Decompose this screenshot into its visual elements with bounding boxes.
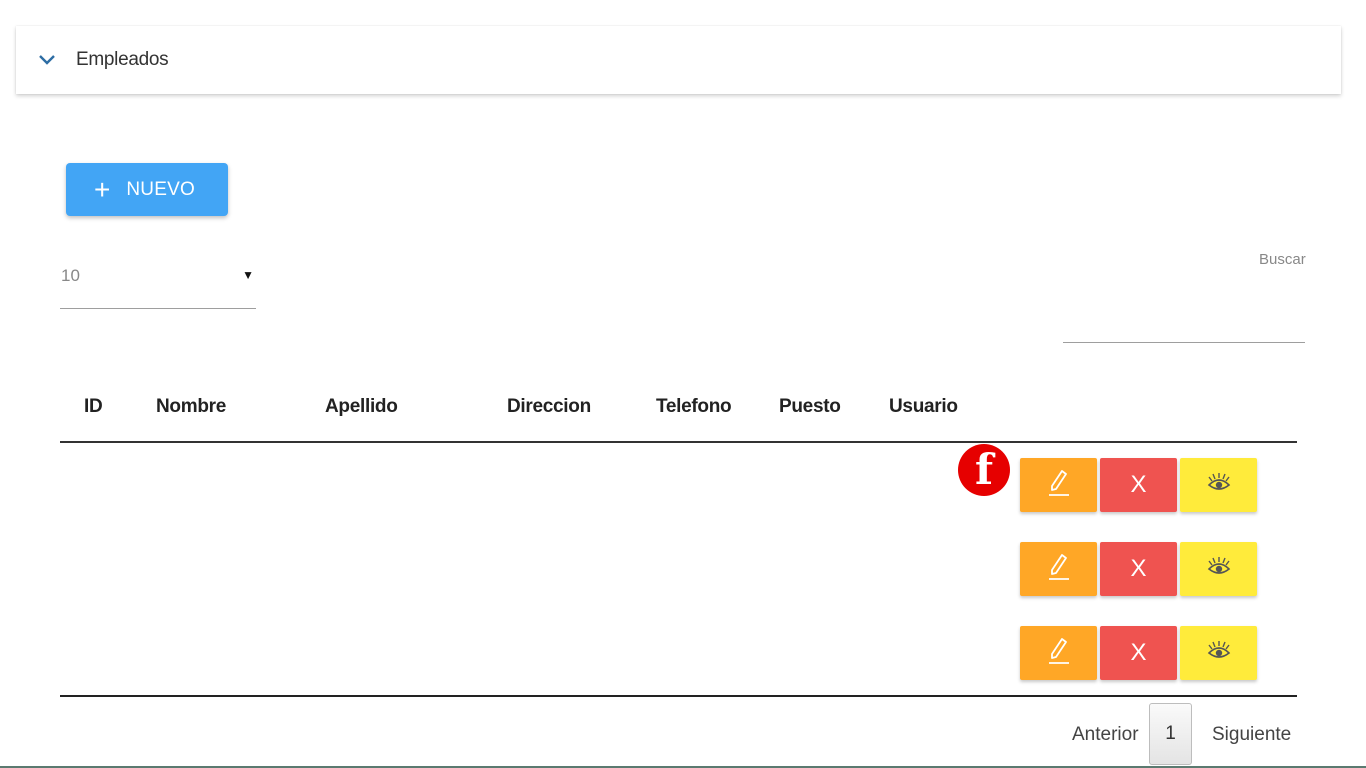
pagination-previous[interactable]: Anterior [1072,724,1139,746]
column-header-nombre[interactable]: Nombre [156,396,226,418]
page: Empleados + NUEVO 10 ▼ Buscar ID Nombre … [0,0,1366,768]
table-row: X [60,626,1297,686]
f-badge-icon[interactable]: f [958,444,1010,496]
view-button[interactable] [1180,626,1257,680]
search-label: Buscar [1259,251,1306,268]
column-header-apellido[interactable]: Apellido [325,396,398,418]
page-size-value: 10 [61,266,80,285]
edit-button[interactable] [1020,458,1097,512]
eye-icon [1206,472,1232,499]
view-button[interactable] [1180,542,1257,596]
column-header-telefono[interactable]: Telefono [656,396,732,418]
page-size-select[interactable]: 10 ▼ [60,258,256,309]
plus-icon: + [94,173,111,205]
pencil-icon [1046,468,1072,503]
pencil-icon [1046,636,1072,671]
f-badge-letter: f [974,445,994,494]
panel-title: Empleados [76,49,169,70]
edit-button[interactable] [1020,542,1097,596]
pagination-page-1[interactable]: 1 [1149,703,1192,765]
view-button[interactable] [1180,458,1257,512]
edit-button[interactable] [1020,626,1097,680]
delete-button[interactable]: X [1100,626,1177,680]
column-header-usuario[interactable]: Usuario [889,396,958,418]
column-header-direccion[interactable]: Direccion [507,396,591,418]
delete-button[interactable]: X [1100,542,1177,596]
delete-label: X [1130,555,1147,582]
pagination-next[interactable]: Siguiente [1212,724,1291,746]
search-input[interactable] [1063,300,1305,343]
table-row: X [60,458,1297,518]
eye-icon [1206,640,1232,667]
new-button[interactable]: + NUEVO [66,163,228,216]
table-header: ID Nombre Apellido Direccion Telefono Pu… [60,378,1297,443]
delete-button[interactable]: X [1100,458,1177,512]
column-header-id[interactable]: ID [84,396,103,418]
new-button-label: NUEVO [126,178,195,200]
pagination-page-number: 1 [1165,723,1176,744]
employees-panel-header[interactable]: Empleados [16,26,1341,94]
pencil-icon [1046,552,1072,587]
column-header-puesto[interactable]: Puesto [779,396,841,418]
eye-icon [1206,556,1232,583]
chevron-down-icon[interactable] [38,51,56,69]
delete-label: X [1130,471,1147,498]
delete-label: X [1130,639,1147,666]
dropdown-arrow-icon: ▼ [242,268,254,282]
table-bottom-border [60,695,1297,697]
table-row: X [60,542,1297,602]
